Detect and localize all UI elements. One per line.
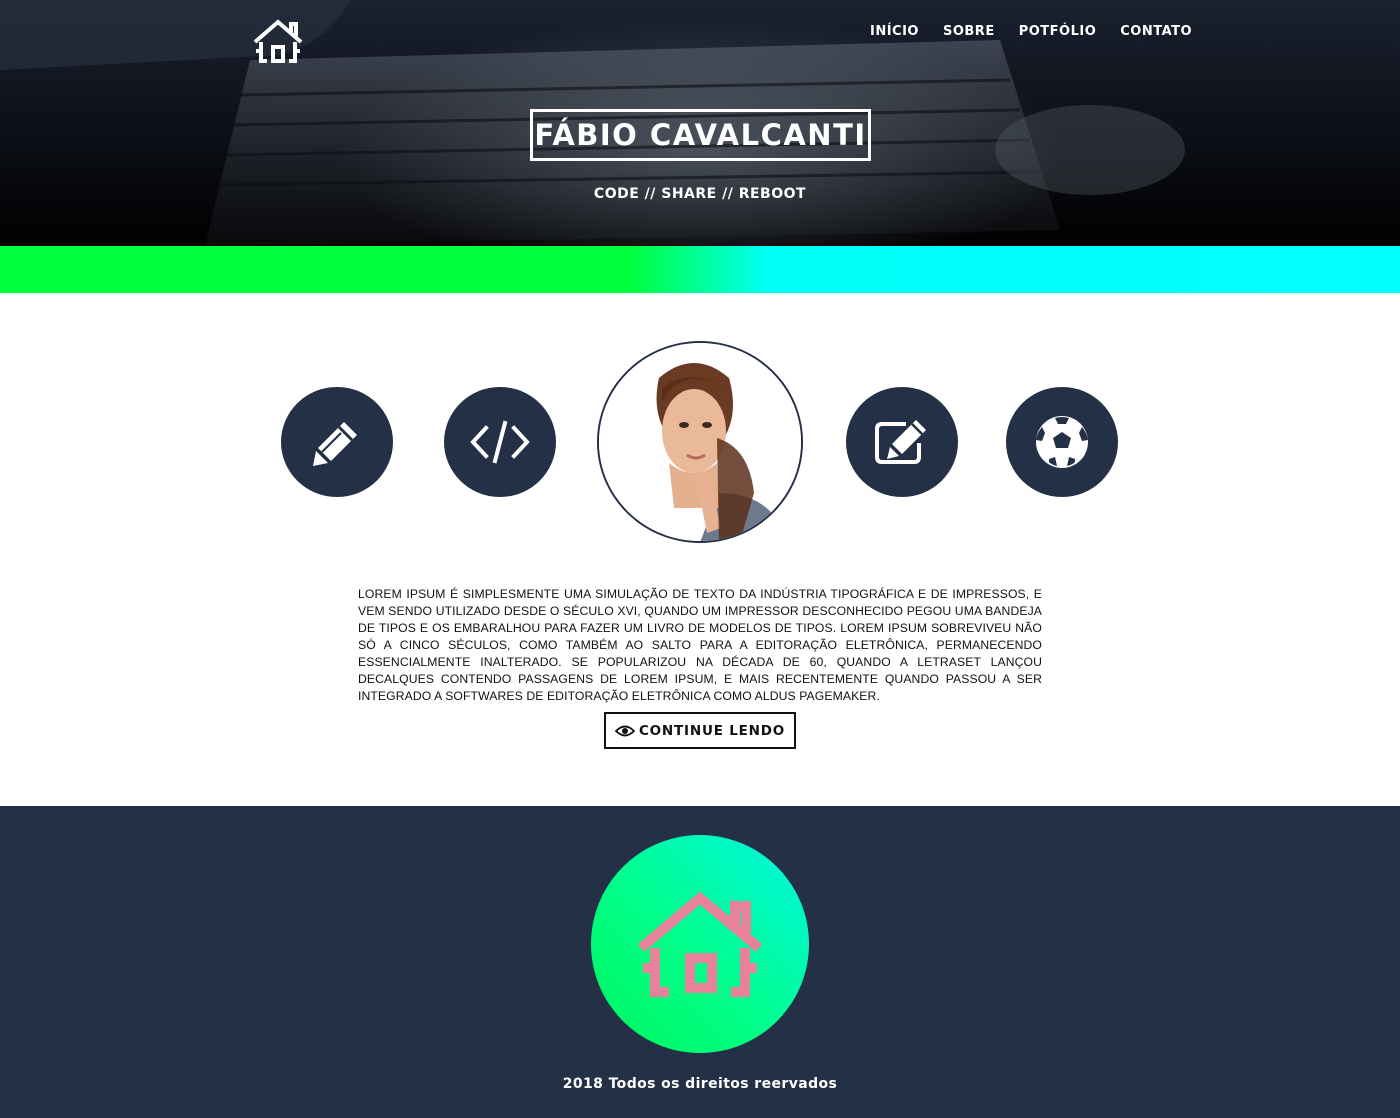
pencil-icon: [313, 422, 357, 466]
code-icon: [470, 420, 530, 464]
woman-portrait-image: [599, 343, 801, 541]
soccer-ball-icon: [1036, 416, 1088, 468]
site-footer: 2018 Todos os direitos reervados: [0, 806, 1400, 1118]
continue-reading-button[interactable]: CONTINUE LENDO: [604, 712, 796, 749]
house-icon: [637, 891, 763, 997]
site-title-box: FÁBIO CAVALCANTI: [530, 109, 871, 161]
site-tagline: CODE // SHARE // REBOOT: [593, 186, 807, 202]
house-logo-icon[interactable]: [252, 18, 304, 64]
footer-logo-circle[interactable]: [591, 835, 809, 1053]
hero-header: INÍCIO SOBRE POTFÓLIO CONTATO FÁBIO CAVA…: [0, 0, 1400, 246]
gradient-band: [0, 246, 1400, 293]
nav-link-contato[interactable]: CONTATO: [1120, 24, 1192, 39]
edit-icon: [875, 420, 926, 464]
site-title: FÁBIO CAVALCANTI: [534, 118, 867, 152]
edit-circle[interactable]: [846, 387, 958, 497]
about-text: Lorem Ipsum é simplesmente uma simulação…: [358, 587, 1042, 703]
nav-link-portfolio[interactable]: POTFÓLIO: [1019, 24, 1097, 39]
eye-icon: [614, 725, 635, 736]
main-nav: INÍCIO SOBRE POTFÓLIO CONTATO: [870, 24, 1192, 39]
pencil-circle[interactable]: [281, 387, 393, 497]
profile-photo: [597, 341, 803, 543]
nav-link-sobre[interactable]: SOBRE: [943, 24, 995, 39]
soccer-circle[interactable]: [1006, 387, 1118, 497]
copyright-text: 2018 Todos os direitos reervados: [562, 1076, 838, 1092]
nav-link-inicio[interactable]: INÍCIO: [870, 24, 919, 39]
continue-reading-label: CONTINUE LENDO: [638, 722, 786, 739]
code-circle[interactable]: [444, 387, 556, 497]
